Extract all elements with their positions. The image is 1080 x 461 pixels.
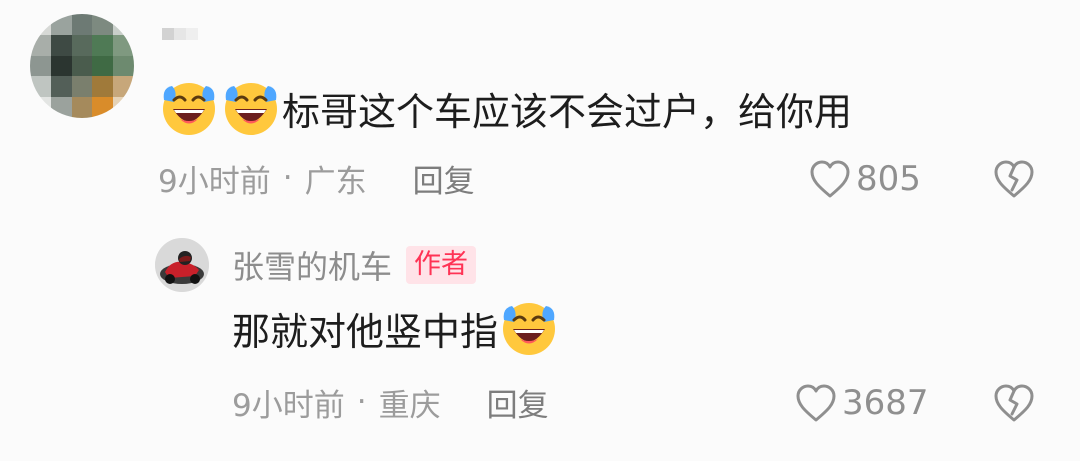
reply-like-button[interactable]: 3687 <box>794 381 929 425</box>
comment-body: 标哥这个车应该不会过户，给你用 <box>158 78 852 138</box>
reply-username[interactable]: 张雪的机车 <box>232 242 392 288</box>
commenter-username-pixelated[interactable] <box>162 28 198 40</box>
motorcycle-rider-avatar-image <box>155 238 209 292</box>
author-badge: 作者 <box>406 246 477 284</box>
heart-outline-icon <box>796 384 836 422</box>
comment-dislike-button[interactable] <box>992 157 1036 201</box>
broken-heart-icon <box>994 384 1034 422</box>
reply-author-avatar[interactable] <box>155 238 209 292</box>
reply-dislike-button[interactable] <box>992 381 1036 425</box>
comment-time: 9小时前 <box>158 163 271 200</box>
meta-separator: · <box>356 384 367 420</box>
reply-time: 9小时前 <box>232 387 345 424</box>
meta-separator: · <box>282 160 293 196</box>
reply-author: 张雪的机车 作者 <box>232 242 477 288</box>
reply-location: 重庆 <box>378 387 441 424</box>
commenter-avatar[interactable] <box>30 14 134 118</box>
comment-thread: 标哥这个车应该不会过户，给你用 9小时前 · 广东 回复 805 张雪的机车 作… <box>0 0 1080 461</box>
comment-meta: 9小时前 · 广东 回复 <box>158 156 475 200</box>
heart-outline-icon <box>810 160 850 198</box>
reply-reply-button[interactable]: 回复 <box>487 380 549 425</box>
laugh-cry-emoji-icon <box>498 298 560 358</box>
reply-like-count: 3687 <box>842 383 929 423</box>
laugh-cry-emoji-icon <box>158 78 220 138</box>
comment-reply-button[interactable]: 回复 <box>413 156 475 201</box>
broken-heart-icon <box>994 160 1034 198</box>
reply-text: 那就对他竖中指 <box>232 309 499 354</box>
reply-meta: 9小时前 · 重庆 回复 <box>232 380 549 424</box>
laugh-cry-emoji-icon <box>220 78 282 138</box>
pixelated-avatar-image <box>30 14 134 118</box>
comment-like-count: 805 <box>856 159 921 199</box>
comment-text: 标哥这个车应该不会过户，给你用 <box>282 89 853 134</box>
comment-like-button[interactable]: 805 <box>808 157 921 201</box>
comment-location: 广东 <box>304 163 367 200</box>
reply-body: 那就对他竖中指 <box>232 296 560 360</box>
